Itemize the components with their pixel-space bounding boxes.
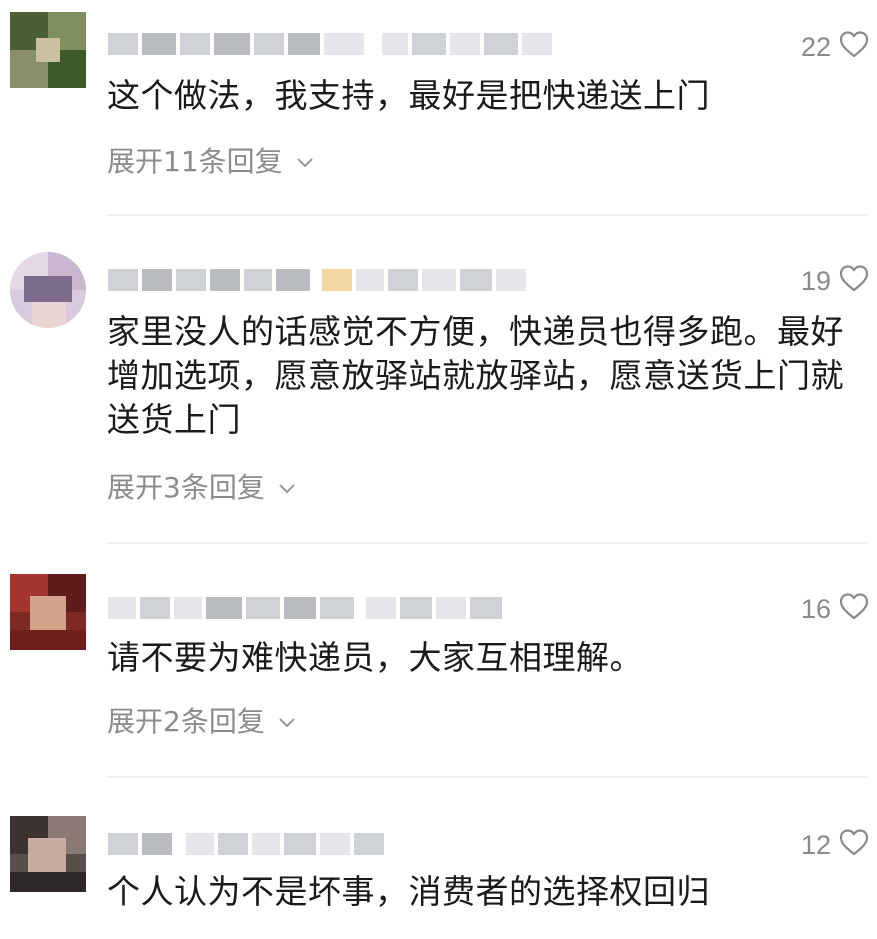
- heart-outline-icon[interactable]: [839, 592, 869, 627]
- avatar[interactable]: [10, 816, 86, 892]
- heart-outline-icon[interactable]: [839, 828, 869, 863]
- username-blurred[interactable]: [108, 828, 384, 860]
- like-button[interactable]: 22: [801, 30, 869, 65]
- like-button[interactable]: 12: [801, 828, 869, 863]
- heart-outline-icon[interactable]: [839, 264, 869, 299]
- like-button[interactable]: 16: [801, 592, 869, 627]
- expand-replies-button[interactable]: 展开11条回复: [107, 140, 315, 180]
- comment-item: 19 家里没人的话感觉不方便，快递员也得多跑。最好增加选项，愿意放驿站就放驿站，…: [0, 216, 877, 544]
- username-blurred[interactable]: [108, 592, 502, 624]
- chevron-down-icon: [277, 704, 297, 737]
- avatar[interactable]: [10, 252, 86, 328]
- chevron-down-icon: [295, 144, 315, 177]
- comment-text: 个人认为不是坏事，消费者的选择权回归: [107, 872, 710, 911]
- comment-text: 请不要为难快递员，大家互相理解。: [107, 638, 643, 677]
- like-count: 16: [800, 594, 831, 624]
- avatar[interactable]: [10, 574, 86, 650]
- like-count: 22: [800, 32, 831, 62]
- expand-replies-button[interactable]: 展开3条回复: [107, 466, 297, 506]
- expand-replies-label: 展开2条回复: [107, 705, 265, 738]
- like-button[interactable]: 19: [801, 264, 869, 299]
- like-count: 12: [800, 830, 831, 860]
- chevron-down-icon: [277, 470, 297, 503]
- avatar[interactable]: [10, 12, 86, 88]
- comment-text: 这个做法，我支持，最好是把快递送上门: [107, 76, 710, 115]
- username-blurred[interactable]: [108, 28, 552, 60]
- comment-item: 22 这个做法，我支持，最好是把快递送上门 展开11条回复: [0, 0, 877, 216]
- like-count: 19: [800, 266, 831, 296]
- expand-replies-label: 展开3条回复: [107, 471, 265, 504]
- expand-replies-button[interactable]: 展开2条回复: [107, 700, 297, 740]
- comment-text: 家里没人的话感觉不方便，快递员也得多跑。最好增加选项，愿意放驿站就放驿站，愿意送…: [107, 312, 844, 439]
- heart-outline-icon[interactable]: [839, 30, 869, 65]
- expand-replies-label: 展开11条回复: [107, 145, 283, 178]
- comment-item: 12 个人认为不是坏事，消费者的选择权回归: [0, 778, 877, 939]
- comment-list: 22 这个做法，我支持，最好是把快递送上门 展开11条回复 19 家里没人的话感…: [0, 0, 877, 939]
- comment-item: 16 请不要为难快递员，大家互相理解。 展开2条回复: [0, 544, 877, 778]
- username-blurred[interactable]: [108, 264, 526, 296]
